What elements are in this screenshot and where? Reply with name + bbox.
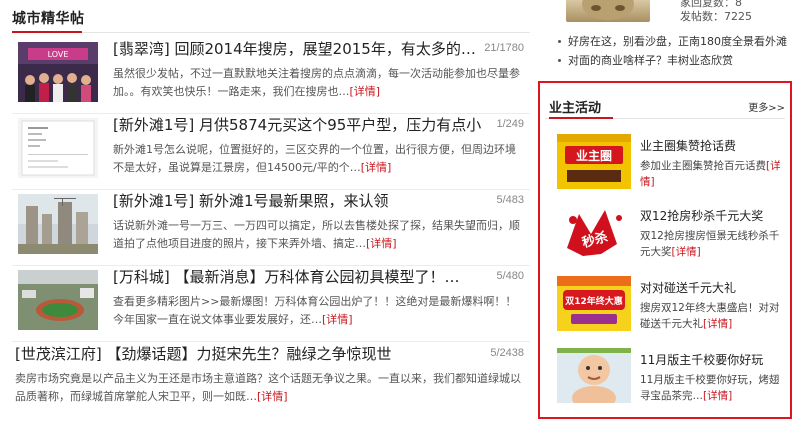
owner-activity-panel: 业主活动 更多>> 业主圈 业主圈集赞抢话费 参加业主圈集赞抢百元话费[详情] <box>538 81 792 419</box>
owner-circle-banner-icon[interactable]: 业主圈 <box>557 134 631 189</box>
post-item: [新外滩1号] 月供5874元买这个95平户型，压力有点小 1/249 新外滩1… <box>12 114 530 190</box>
city-posts-section: 城市精华帖 LOVE [翡翠湾] 回顾2014年搜房，展望2015年，有太多的…… <box>0 0 530 424</box>
svg-text:LOVE: LOVE <box>48 50 69 59</box>
floor-plan-document-icon[interactable] <box>18 118 98 178</box>
post-title[interactable]: [新外滩1号] 新外滩1号最新果照，来认领 <box>113 190 488 212</box>
detail-link[interactable]: [详情] <box>322 313 353 326</box>
activity-title[interactable]: 对对碰送千元大礼 <box>640 279 736 296</box>
post-title[interactable]: [万科城] 【最新消息】万科体育公园初具模型了！… <box>113 266 488 288</box>
activity-title[interactable]: 双12抢房秒杀千元大奖 <box>640 207 763 224</box>
post-title[interactable]: [新外滩1号] 月供5874元买这个95平户型，压力有点小 <box>113 114 488 136</box>
construction-site-photo-icon[interactable] <box>18 194 98 254</box>
activity-item: 11月版主千校要你好玩 11月版主千校要你好玩，烤翅寻宝品茶完…[详情] <box>557 348 787 408</box>
more-link[interactable]: 更多>> <box>748 99 785 114</box>
banner-text: 双12年终大惠 <box>565 295 623 307</box>
flash-sale-banner-icon[interactable]: 秒杀 <box>557 204 631 259</box>
activity-summary: 参加业主圈集赞抢百元话费[详情] <box>640 158 785 190</box>
reply-view-count: 1/249 <box>496 118 524 130</box>
post-summary: 虽然很少发帖，不过一直默默地关注着搜房的点点滴滴，每一次活动能参加也尽量参加。。… <box>113 65 523 101</box>
section-header: 城市精华帖 <box>12 0 530 33</box>
news-list: 好房在这，别看沙盘，正南180度全景看外滩 对面的商业啥样子？丰树业态欣赏 <box>556 32 796 70</box>
child-photo-icon[interactable] <box>557 348 631 403</box>
divider <box>12 341 530 342</box>
activity-summary: 11月版主千校要你好玩，烤翅寻宝品茶完…[详情] <box>640 372 785 404</box>
activity-summary-text: 双12抢房搜房恒景无线秒杀千元大奖 <box>640 230 780 258</box>
reply-view-count: 5/483 <box>496 194 524 206</box>
reply-view-count: 21/1780 <box>484 42 524 54</box>
activity-item: 秒杀 双12抢房秒杀千元大奖 双12抢房搜房恒景无线秒杀千元大奖[详情] <box>557 204 787 264</box>
reply-view-count: 5/2438 <box>490 347 524 359</box>
post-summary: 卖房市场究竟是以产品主义为王还是市场主意道路？这个话题无争议之果。一直以来，我们… <box>15 370 523 406</box>
post-summary-text: 虽然很少发帖，不过一直默默地关注着搜房的点点滴滴，每一次活动能参加也尽量参加。。… <box>113 67 520 98</box>
activity-summary: 搜房双12年终大惠盛启！对对碰送千元大礼[详情] <box>640 300 785 332</box>
list-item[interactable]: 对面的商业啥样子？丰树业态欣赏 <box>556 51 796 70</box>
activity-item: 双12年终大惠 对对碰送千元大礼 搜房双12年终大惠盛启！对对碰送千元大礼[详情… <box>557 276 787 336</box>
activity-title[interactable]: 11月版主千校要你好玩 <box>640 351 763 368</box>
activity-item: 业主圈 业主圈集赞抢话费 参加业主圈集赞抢百元话费[详情] <box>557 134 787 194</box>
post-item: [新外滩1号] 新外滩1号最新果照，来认领 5/483 话说新外滩一号一万三、一… <box>12 190 530 266</box>
avatar[interactable] <box>566 0 650 22</box>
post-summary: 查看更多精彩图片>>最新爆图！万科体育公园出炉了！！这绝对是最新爆料啊！！今年国… <box>113 293 523 329</box>
post-summary: 新外滩1号怎么说呢，位置挺好的，三区交界的一个位置，出行很方便，但周边环境不是太… <box>113 141 523 177</box>
detail-link[interactable]: [详情] <box>257 390 288 403</box>
post-summary-text: 查看更多精彩图片>>最新爆图！万科体育公园出炉了！！这绝对是最新爆料啊！！今年国… <box>113 295 517 326</box>
right-sidebar: 家回复数：8 发帖数：7225 好房在这，别看沙盘，正南180度全景看外滩 对面… <box>538 0 800 424</box>
banner-text: 业主圈 <box>576 148 612 163</box>
activity-summary-text: 参加业主圈集赞抢百元话费 <box>640 160 766 172</box>
post-summary-text: 话说新外滩一号一万三、一万四可以搞定，所以去售楼处探了探，结果失望而归，顺道拍了… <box>113 219 520 250</box>
detail-link[interactable]: [详情] <box>672 246 701 258</box>
section-title-underline <box>12 31 82 33</box>
post-title[interactable]: [翡翠湾] 回顾2014年搜房，展望2015年，有太多的… <box>113 38 488 60</box>
post-item: LOVE [翡翠湾] 回顾2014年搜房，展望2015年，有太多的… 21/17… <box>12 38 530 114</box>
detail-link[interactable]: [详情] <box>703 318 732 330</box>
double12-promo-banner-icon[interactable]: 双12年终大惠 <box>557 276 631 331</box>
sports-park-aerial-photo-icon[interactable] <box>18 270 98 330</box>
detail-link[interactable]: [详情] <box>366 237 397 250</box>
reply-view-count: 5/480 <box>496 270 524 282</box>
panel-title: 业主活动 <box>549 101 602 116</box>
post-title[interactable]: [世茂滨江府] 【劲爆话题】力挺宋先生？融绿之争惊现世 <box>15 343 485 365</box>
post-summary-text: 新外滩1号怎么说呢，位置挺好的，三区交界的一个位置，出行很方便，但周边环境不是太… <box>113 143 516 174</box>
panel-header: 业主活动 更多>> <box>545 83 785 119</box>
event-stage-photo-icon[interactable]: LOVE <box>18 42 98 102</box>
detail-link[interactable]: [详情] <box>350 85 381 98</box>
detail-link[interactable]: [详情] <box>361 161 392 174</box>
activity-title[interactable]: 业主圈集赞抢话费 <box>640 137 736 154</box>
post-item: [万科城] 【最新消息】万科体育公园初具模型了！… 5/480 查看更多精彩图片… <box>12 266 530 342</box>
detail-link[interactable]: [详情] <box>703 390 732 402</box>
panel-title-underline <box>549 117 613 119</box>
user-post-count: 发帖数：7225 <box>680 10 752 23</box>
post-item: [世茂滨江府] 【劲爆话题】力挺宋先生？融绿之争惊现世 5/2438 卖房市场究… <box>12 343 530 419</box>
section-title: 城市精华帖 <box>12 11 85 27</box>
activity-summary: 双12抢房搜房恒景无线秒杀千元大奖[详情] <box>640 228 785 260</box>
post-summary: 话说新外滩一号一万三、一万四可以搞定，所以去售楼处探了探，结果失望而归，顺道拍了… <box>113 217 523 253</box>
list-item[interactable]: 好房在这，别看沙盘，正南180度全景看外滩 <box>556 32 796 51</box>
